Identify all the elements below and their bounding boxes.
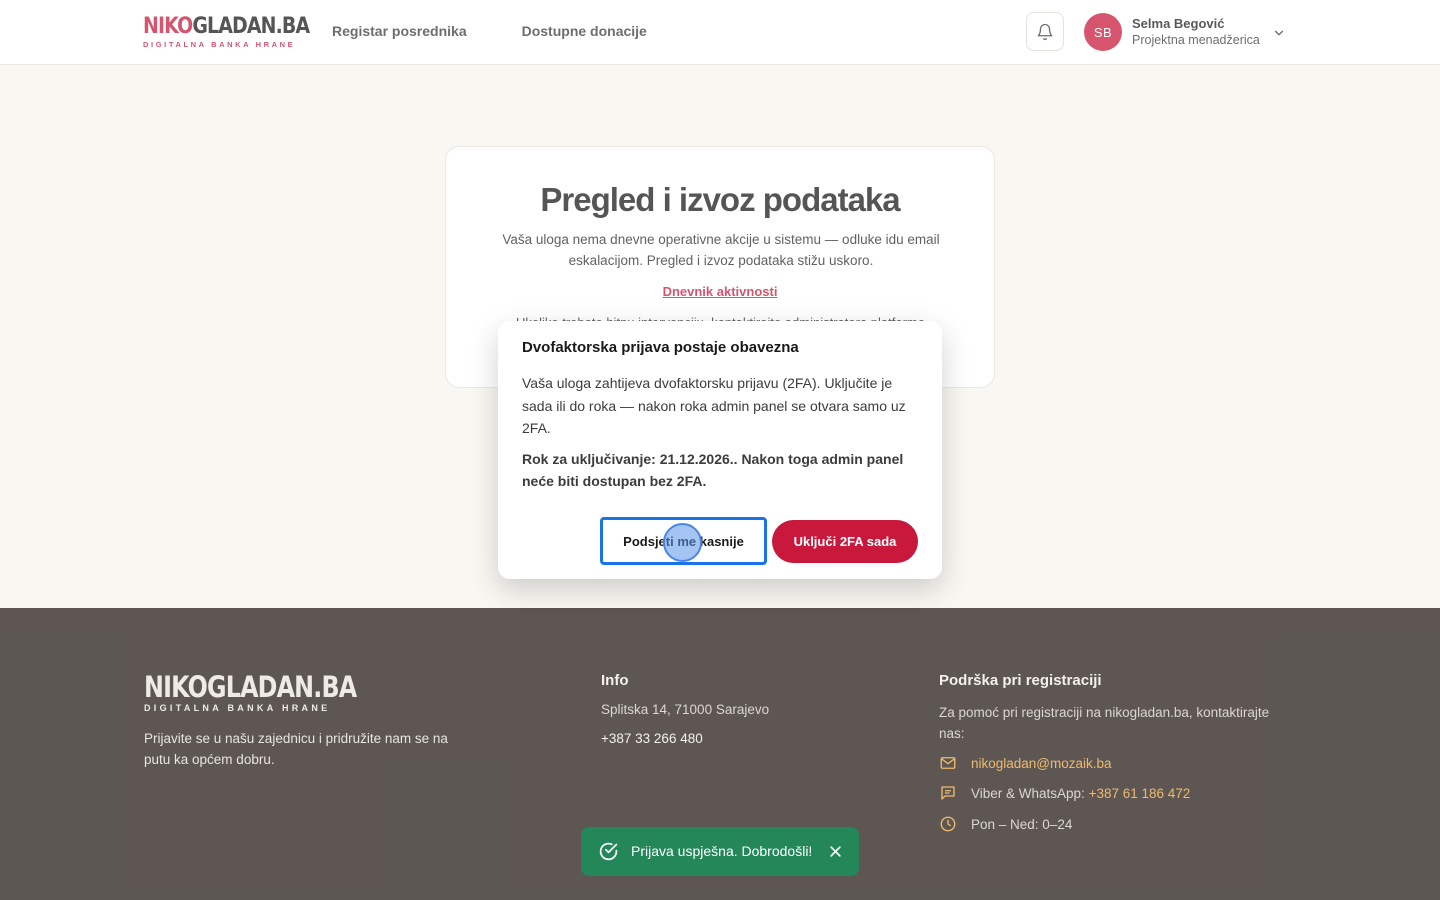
toast-message: Prijava uspješna. Dobrodošli!	[631, 843, 813, 859]
modal-body: Vaša uloga zahtijeva dvofaktorsku prijav…	[522, 375, 906, 436]
enable-2fa-button[interactable]: Uključi 2FA sada	[772, 520, 918, 563]
modal-title: Dvofaktorska prijava postaje obavezna	[522, 339, 799, 356]
check-circle-icon	[599, 842, 618, 861]
modal-deadline: Rok za uključivanje: 21.12.2026.. Nakon …	[522, 451, 904, 489]
success-toast: Prijava uspješna. Dobrodošli!	[581, 827, 859, 876]
cursor-indicator	[663, 523, 702, 562]
close-icon[interactable]	[828, 844, 843, 859]
